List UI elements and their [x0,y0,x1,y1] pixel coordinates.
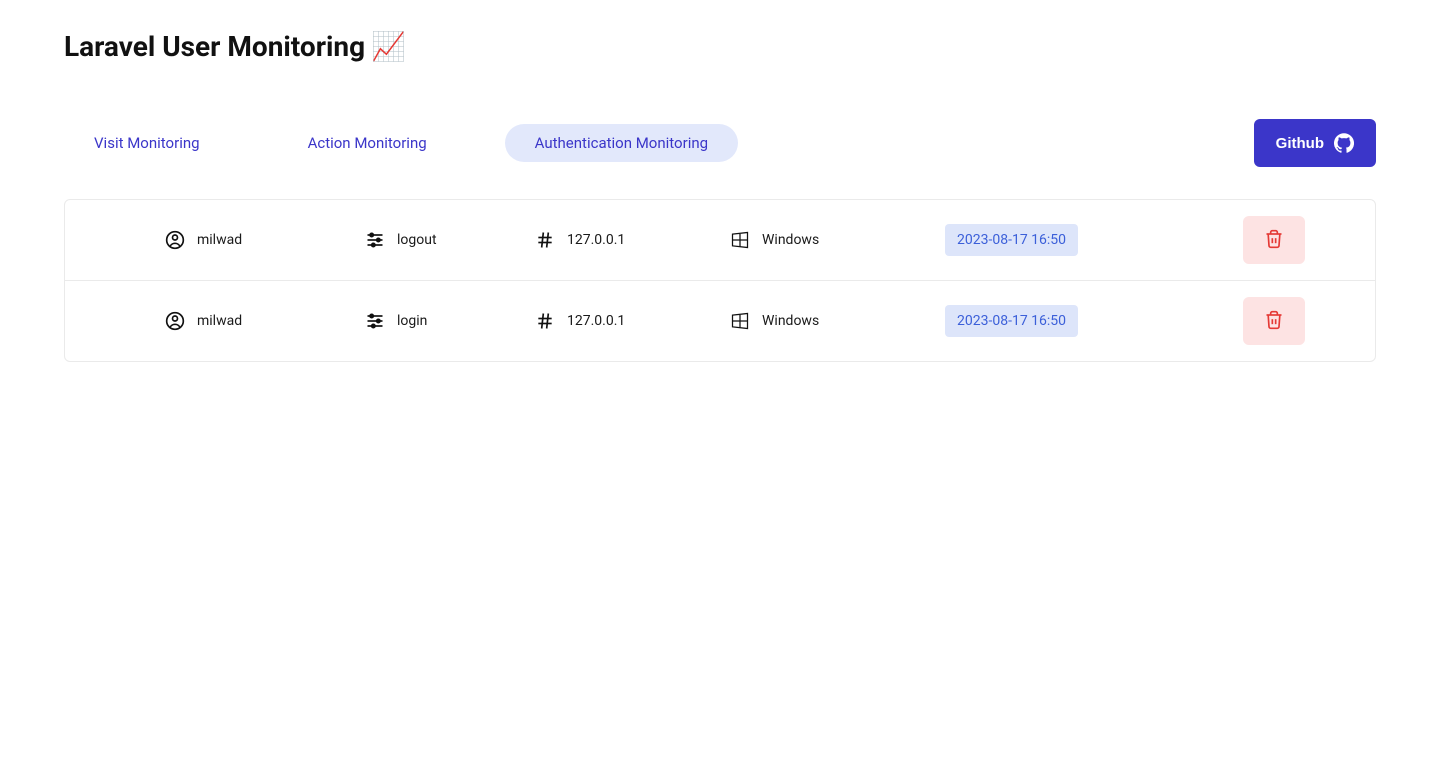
cell-user: milwad [65,311,365,331]
cell-delete [1185,297,1375,345]
ip-value: 127.0.0.1 [567,232,625,248]
cell-delete [1185,216,1375,264]
cell-ip: 127.0.0.1 [535,230,730,250]
cell-action: login [365,311,535,331]
date-badge: 2023-08-17 16:50 [945,224,1078,256]
sliders-icon [365,230,385,250]
tab-label: Authentication Monitoring [535,134,708,152]
user-name: milwad [197,232,242,248]
cell-date: 2023-08-17 16:50 [945,305,1185,337]
action-name: login [397,313,427,329]
sliders-icon [365,311,385,331]
header-bar: Visit Monitoring Action Monitoring Authe… [64,119,1376,167]
table-row: milwad login 127.0.0.1 Windows [65,281,1375,361]
cell-os: Windows [730,311,945,331]
action-name: logout [397,232,437,248]
os-value: Windows [762,232,819,248]
trash-icon [1264,229,1284,252]
hash-icon [535,311,555,331]
cell-date: 2023-08-17 16:50 [945,224,1185,256]
tab-authentication-monitoring[interactable]: Authentication Monitoring [505,124,738,162]
trash-icon [1264,310,1284,333]
table-row: milwad logout 127.0.0.1 Windows [65,200,1375,281]
cell-action: logout [365,230,535,250]
windows-icon [730,311,750,331]
chart-emoji-icon: 📈 [371,30,406,63]
date-badge: 2023-08-17 16:50 [945,305,1078,337]
hash-icon [535,230,555,250]
windows-icon [730,230,750,250]
user-name: milwad [197,313,242,329]
page-title-text: Laravel User Monitoring [64,30,365,63]
github-icon [1334,133,1354,153]
page-title: Laravel User Monitoring 📈 [64,0,1376,71]
tab-visit-monitoring[interactable]: Visit Monitoring [64,124,230,162]
cell-ip: 127.0.0.1 [535,311,730,331]
github-button[interactable]: Github [1254,119,1376,167]
tab-label: Action Monitoring [308,134,427,152]
cell-os: Windows [730,230,945,250]
delete-button[interactable] [1243,297,1305,345]
user-icon [165,230,185,250]
user-icon [165,311,185,331]
delete-button[interactable] [1243,216,1305,264]
os-value: Windows [762,313,819,329]
tabs: Visit Monitoring Action Monitoring Authe… [64,124,738,162]
tab-label: Visit Monitoring [94,134,200,152]
github-button-label: Github [1276,135,1324,152]
tab-action-monitoring[interactable]: Action Monitoring [278,124,457,162]
ip-value: 127.0.0.1 [567,313,625,329]
auth-monitoring-table: milwad logout 127.0.0.1 Windows [64,199,1376,362]
cell-user: milwad [65,230,365,250]
